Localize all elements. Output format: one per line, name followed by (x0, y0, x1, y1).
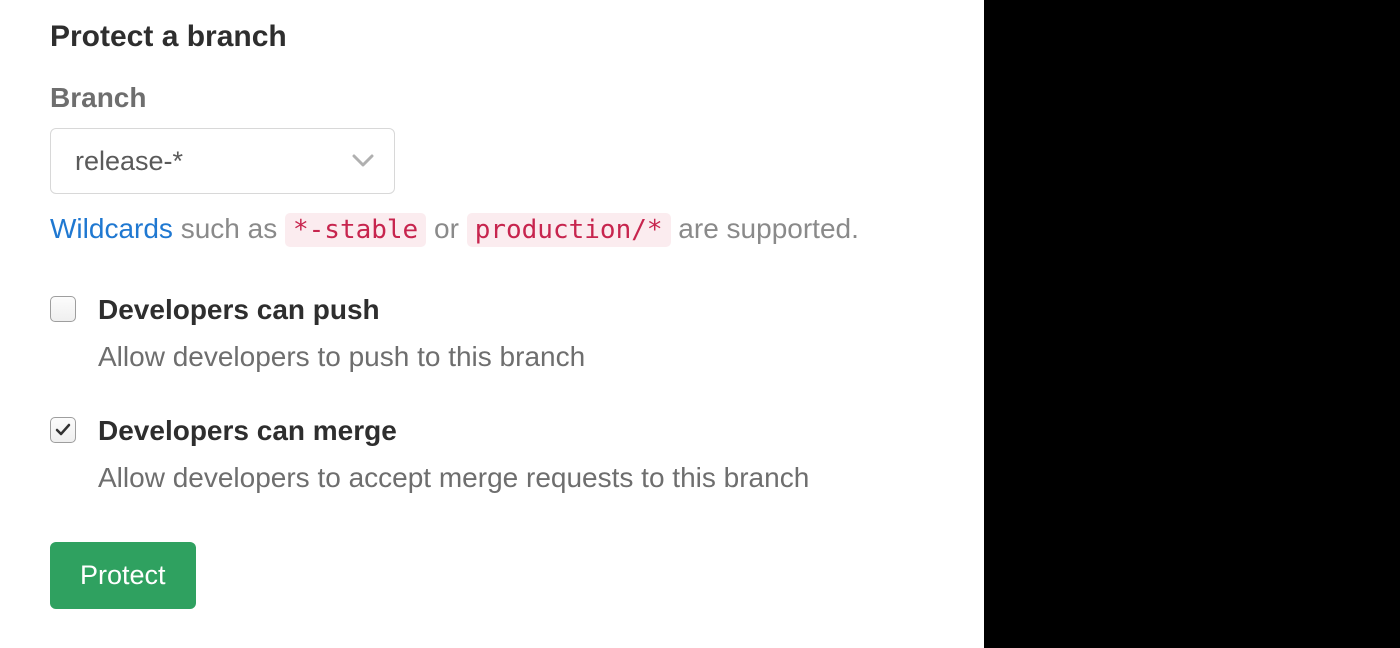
developers-merge-title: Developers can merge (98, 411, 809, 452)
form-title: Protect a branch (50, 20, 934, 54)
branch-field-label: Branch (50, 82, 934, 114)
developers-merge-checkbox[interactable] (50, 417, 76, 443)
example-code-1: *-stable (285, 213, 426, 247)
developers-push-option: Developers can push Allow developers to … (50, 290, 934, 377)
developers-push-title: Developers can push (98, 290, 585, 331)
protect-button[interactable]: Protect (50, 542, 196, 609)
wildcard-hint: Wildcards such as *-stable or production… (50, 208, 934, 250)
chevron-down-icon (352, 154, 374, 168)
example-code-2: production/* (467, 213, 671, 247)
developers-push-checkbox[interactable] (50, 296, 76, 322)
developers-merge-option: Developers can merge Allow developers to… (50, 411, 934, 498)
branch-select-value: release-* (75, 146, 183, 177)
developers-merge-desc: Allow developers to accept merge request… (98, 458, 809, 499)
wildcards-link[interactable]: Wildcards (50, 213, 173, 244)
protect-branch-form: Protect a branch Branch release-* Wildca… (0, 0, 984, 648)
right-side-panel (984, 0, 1400, 648)
branch-select[interactable]: release-* (50, 128, 395, 194)
developers-push-desc: Allow developers to push to this branch (98, 337, 585, 378)
